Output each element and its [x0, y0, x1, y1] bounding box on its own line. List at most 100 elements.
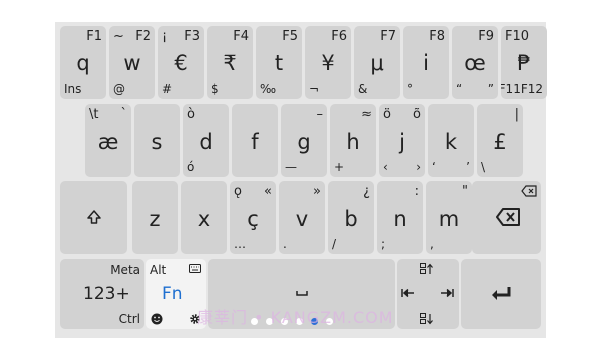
key-£[interactable]: £ | \ — [477, 104, 523, 177]
key-alt-label-tl: ǫ — [234, 184, 242, 199]
key-alt-label-bl: $ — [211, 82, 219, 96]
key-alt-label-tr: " — [462, 184, 468, 199]
key-main-label: £ — [493, 130, 507, 154]
key-alt-label-tr: | — [514, 107, 519, 122]
key-alt-label-tl: \t — [89, 107, 99, 122]
shift-icon — [86, 209, 102, 225]
key-main-label: k — [444, 130, 458, 154]
key-¥[interactable]: ¥ F6 ¬ — [305, 26, 351, 99]
key-main-label: h — [346, 130, 360, 154]
key-d[interactable]: dò ó — [183, 104, 229, 177]
key-main-label: q — [76, 51, 90, 75]
key-alt-label-tr: ¿ — [363, 184, 370, 199]
fn-label: Fn — [162, 284, 183, 304]
key-main-label: s — [151, 130, 163, 154]
key-main-label: d — [199, 130, 213, 154]
key-g[interactable]: g – — — [281, 104, 327, 177]
key-main-label: ¥ — [321, 51, 335, 75]
key-alt-label-bl: ; — [381, 237, 386, 251]
key-alt-label-bl: ‰ — [260, 82, 277, 96]
home-icon — [401, 288, 415, 298]
key-alt-label-tr: F5 — [282, 29, 298, 44]
key-j[interactable]: j ö õ ‹ › — [379, 104, 425, 177]
key-ç[interactable]: ç ǫ « … — [230, 181, 276, 254]
key-œ[interactable]: œ F9 “ ” — [452, 26, 498, 99]
key-₹[interactable]: ₹ F4 $ — [207, 26, 253, 99]
end-icon — [440, 288, 454, 298]
numeric-label: 123+ — [83, 284, 130, 304]
key-alt-label-tr: F2 — [135, 29, 151, 44]
key-w[interactable]: w ~ F2 @ — [109, 26, 155, 99]
key-v[interactable]: v ». — [279, 181, 325, 254]
key-alt-label-tr: ≈ — [361, 107, 372, 122]
navigation-key[interactable] — [397, 259, 459, 329]
key-main-label: j — [399, 130, 405, 154]
delete-word-icon — [521, 185, 537, 197]
key-alt-label-tr: õ — [413, 107, 421, 122]
numeric-key[interactable]: Meta 123+ Ctrl — [60, 259, 144, 329]
emoji-icon — [151, 313, 163, 325]
key-alt-label-tl: ¡ — [162, 29, 168, 44]
key-h[interactable]: h ≈ + — [330, 104, 376, 177]
key-alt-label-bl: , — [430, 237, 434, 251]
key-alt-label-tl: ~ — [113, 29, 124, 44]
key-alt-label-bl: . — [283, 237, 287, 251]
key-alt-label-tr: » — [313, 184, 321, 199]
key-alt-label-br: ” — [487, 82, 494, 96]
key-alt-label-bl: / — [332, 237, 337, 251]
key-₱[interactable]: ₱ F10 F11F12 — [501, 26, 547, 99]
key-main-label: æ — [97, 130, 119, 154]
key-main-label: w — [123, 51, 141, 75]
key-alt-label-bl: & — [358, 82, 368, 96]
key-m[interactable]: m ", — [426, 181, 472, 254]
key-i[interactable]: i F8 ° — [403, 26, 449, 99]
key-alt-label-bl: ‹ — [383, 160, 388, 174]
key-alt-label-bl: Ins — [64, 82, 82, 96]
key-t[interactable]: t F5 ‰ — [256, 26, 302, 99]
key-alt-label-br: F11F12 — [501, 82, 543, 96]
key-alt-label-bl: ó — [187, 160, 195, 174]
key-s[interactable]: s — [134, 104, 180, 177]
page-down-icon — [420, 313, 434, 325]
key-alt-label-br: ’ — [466, 160, 470, 174]
key-x[interactable]: x — [181, 181, 227, 254]
key-main-label: g — [297, 130, 311, 154]
meta-label: Meta — [110, 263, 140, 277]
key-μ[interactable]: μ F7 & — [354, 26, 400, 99]
key-main-label: f — [251, 130, 259, 154]
key-alt-label-tl: F10 — [505, 29, 530, 44]
enter-icon — [490, 285, 512, 301]
key-æ[interactable]: æ \t ` — [85, 104, 131, 177]
key-alt-label-bl: + — [334, 160, 345, 174]
key-main-label: n — [393, 207, 407, 231]
key-b[interactable]: b ¿ / — [328, 181, 374, 254]
shift-key[interactable] — [60, 181, 127, 254]
key-z[interactable]: z — [132, 181, 178, 254]
key-alt-label-tr: F9 — [478, 29, 494, 44]
enter-key[interactable] — [461, 259, 541, 329]
key-main-label: ₱ — [517, 51, 531, 75]
key-main-label: t — [274, 51, 284, 75]
key-alt-label-tr: F4 — [233, 29, 249, 44]
key-k[interactable]: k ‘ ’ — [428, 104, 474, 177]
key-alt-label-bl: ° — [407, 82, 413, 96]
key-alt-label-bl: \ — [481, 160, 486, 174]
key-alt-label-bl: … — [234, 237, 246, 251]
key-main-label: € — [174, 51, 188, 75]
key-alt-label-bl: # — [162, 82, 173, 96]
key-€[interactable]: € ¡ F3 # — [158, 26, 204, 99]
key-main-label: ç — [247, 207, 259, 231]
key-main-label: b — [344, 207, 358, 231]
key-alt-label-br: › — [416, 160, 421, 174]
key-alt-label-tr: : — [414, 184, 419, 199]
key-alt-label-tr: « — [264, 184, 272, 199]
key-n[interactable]: n:; — [377, 181, 423, 254]
key-main-label: x — [197, 207, 211, 231]
watermark: 康莘门 • KANGZM.COM — [197, 308, 394, 327]
key-alt-label-tr: – — [316, 107, 324, 122]
key-f[interactable]: f — [232, 104, 278, 177]
backspace-key[interactable] — [472, 181, 541, 254]
key-alt-label-bl: @ — [113, 82, 125, 96]
key-alt-label-bl: ‘ — [432, 160, 436, 174]
key-q[interactable]: q F1 Ins — [60, 26, 106, 99]
